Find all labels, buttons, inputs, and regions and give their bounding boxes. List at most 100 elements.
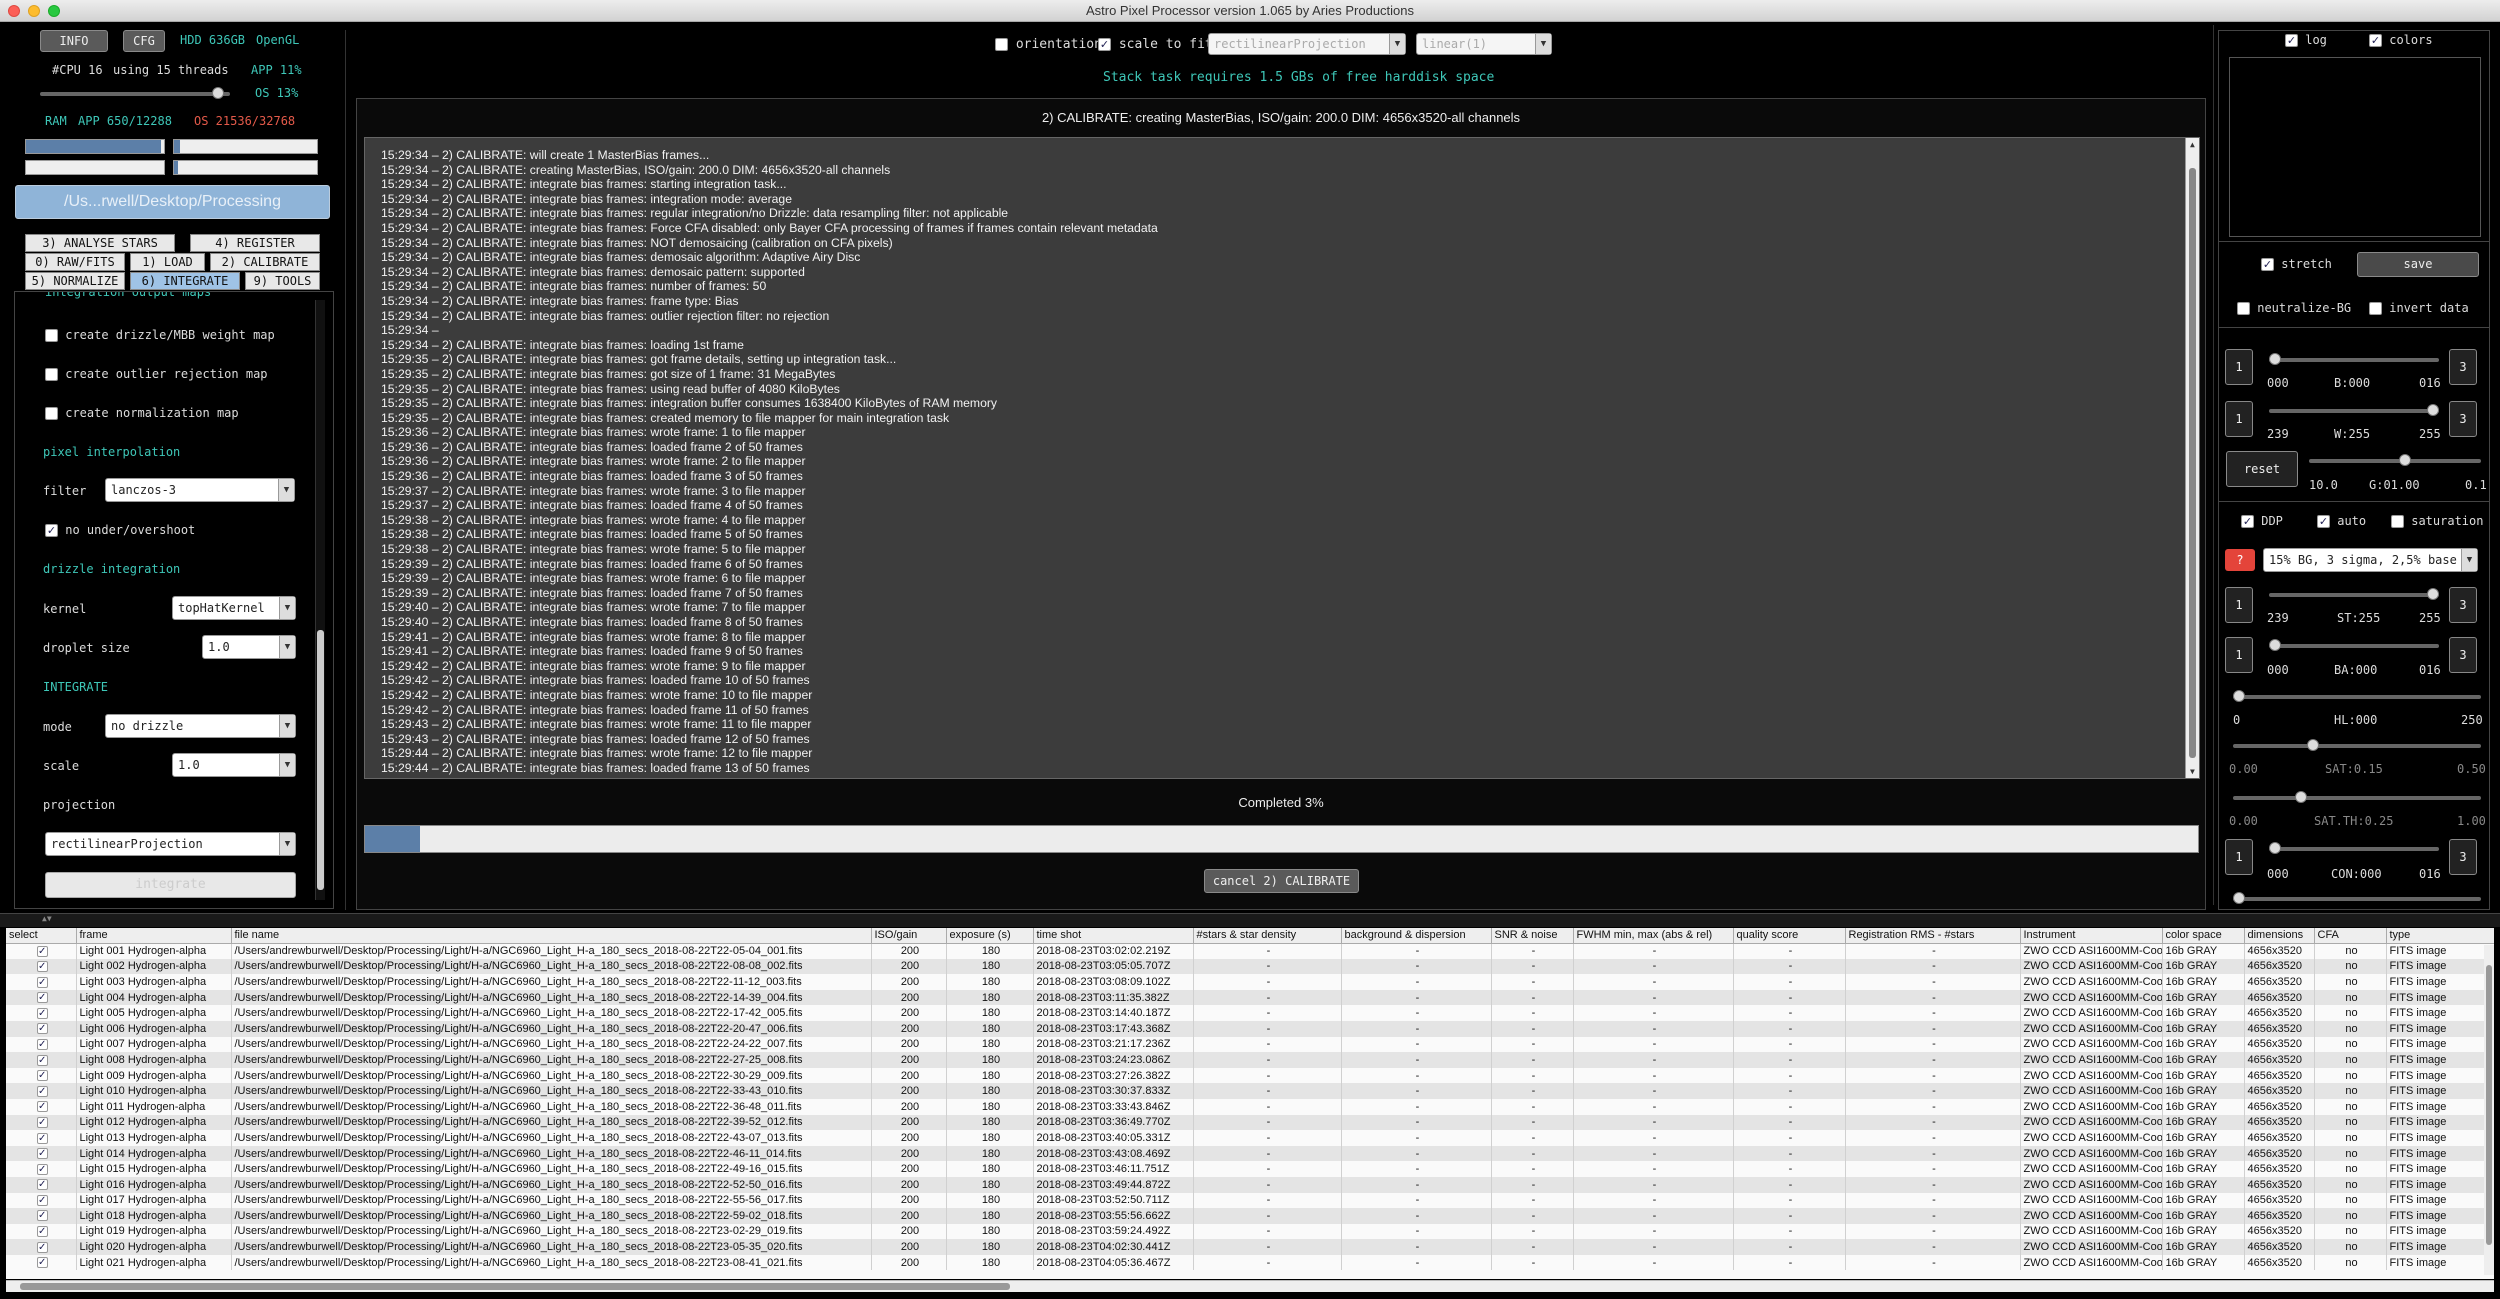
scale-to-fit-option[interactable]: ✓ scale to fit	[1098, 37, 1213, 52]
table-row[interactable]: ✓ Light 020 Hydrogen-alpha/Users/andrewbu…	[6, 1239, 2494, 1255]
ba-decrement-button[interactable]: 1	[2225, 637, 2253, 673]
select-cell[interactable]: ✓	[6, 1254, 77, 1271]
st-slider[interactable]	[2269, 588, 2439, 600]
select-cell[interactable]: ✓	[6, 974, 77, 990]
select-cell[interactable]: ✓	[6, 958, 77, 975]
select-cell[interactable]: ✓	[6, 1052, 77, 1068]
w-increment-button[interactable]: 3	[2449, 401, 2477, 437]
ddp-option[interactable]: ✓ DDP	[2241, 514, 2283, 528]
select-cell[interactable]: ✓	[6, 1098, 77, 1115]
outlier-map-option[interactable]: create outlier rejection map	[45, 367, 268, 381]
row-select-checkbox[interactable]: ✓	[36, 1210, 48, 1222]
no-overshoot-option[interactable]: ✓ no under/overshoot	[45, 523, 195, 537]
sat-threshold-slider[interactable]	[2233, 791, 2481, 803]
tab-normalize[interactable]: 5) NORMALIZE	[25, 272, 125, 290]
b-decrement-button[interactable]: 1	[2225, 349, 2253, 385]
mode-select[interactable]: no drizzle ▼	[105, 714, 296, 738]
tab-raw-fits[interactable]: 0) RAW/FITS	[25, 253, 125, 271]
integrate-button[interactable]: integrate	[45, 872, 296, 898]
normalization-map-option[interactable]: create normalization map	[45, 406, 239, 420]
minimize-window-button[interactable]	[28, 5, 40, 17]
cancel-calibrate-button[interactable]: cancel 2) CALIBRATE	[1204, 869, 1359, 893]
log-checkbox[interactable]: ✓	[2285, 34, 2298, 47]
table-row[interactable]: ✓ Light 018 Hydrogen-alpha/Users/andrewbu…	[6, 1208, 2494, 1224]
tab-analyse-stars[interactable]: 3) ANALYSE STARS	[25, 234, 175, 252]
row-select-checkbox[interactable]: ✓	[36, 992, 48, 1004]
select-cell[interactable]: ✓	[6, 1145, 77, 1162]
close-window-button[interactable]	[8, 5, 20, 17]
select-cell[interactable]: ✓	[6, 1208, 77, 1224]
st-decrement-button[interactable]: 1	[2225, 587, 2253, 623]
table-row[interactable]: ✓ Light 017 Hydrogen-alpha/Users/andrewbu…	[6, 1192, 2494, 1209]
table-row[interactable]: ✓ Light 012 Hydrogen-alpha/Users/andrewbu…	[6, 1114, 2494, 1131]
column-header[interactable]: background & dispersion	[1341, 928, 1492, 944]
filter-select[interactable]: lanczos-3 ▼	[105, 478, 295, 502]
table-row[interactable]: ✓ Light 010 Hydrogen-alpha/Users/andrewbu…	[6, 1083, 2494, 1099]
row-select-checkbox[interactable]: ✓	[36, 1257, 48, 1269]
w-decrement-button[interactable]: 1	[2225, 401, 2253, 437]
table-row[interactable]: ✓ Light 019 Hydrogen-alpha/Users/andrewbu…	[6, 1223, 2494, 1240]
column-header[interactable]: FWHM min, max (abs & rel)	[1573, 928, 1734, 944]
select-cell[interactable]: ✓	[6, 1020, 77, 1037]
colors-option[interactable]: ✓ colors	[2369, 33, 2433, 47]
row-select-checkbox[interactable]: ✓	[36, 1023, 48, 1035]
column-header[interactable]: Registration RMS - #stars	[1845, 928, 2021, 944]
invert-data-checkbox[interactable]	[2369, 302, 2382, 315]
table-row[interactable]: ✓ Light 006 Hydrogen-alpha/Users/andrewbu…	[6, 1020, 2494, 1037]
left-panel-scrollbar[interactable]	[315, 300, 325, 900]
thread-slider[interactable]	[40, 87, 230, 99]
table-vertical-scrollbar[interactable]	[2484, 945, 2494, 1275]
normalization-map-checkbox[interactable]	[45, 407, 58, 420]
column-header[interactable]: CFA	[2314, 928, 2387, 944]
g-slider[interactable]	[2309, 454, 2481, 466]
column-header[interactable]: file name	[231, 928, 872, 944]
w-slider[interactable]	[2269, 404, 2439, 416]
row-select-checkbox[interactable]: ✓	[36, 1179, 48, 1191]
info-button[interactable]: INFO	[40, 30, 108, 52]
row-select-checkbox[interactable]: ✓	[36, 1226, 48, 1238]
working-directory-button[interactable]: /Us...rwell/Desktop/Processing	[15, 185, 330, 219]
table-row[interactable]: ✓ Light 015 Hydrogen-alpha/Users/andrewbu…	[6, 1161, 2494, 1177]
bottom-slider[interactable]	[2233, 892, 2481, 904]
row-select-checkbox[interactable]: ✓	[36, 945, 48, 957]
stretch-option[interactable]: ✓ stretch	[2261, 257, 2332, 271]
table-row[interactable]: ✓ Light 002 Hydrogen-alpha/Users/andrewbu…	[6, 958, 2494, 975]
stretch-function-select[interactable]: linear(1) ▼	[1416, 33, 1552, 55]
scale-to-fit-checkbox[interactable]: ✓	[1098, 38, 1111, 51]
sat-slider[interactable]	[2233, 739, 2481, 751]
row-select-checkbox[interactable]: ✓	[36, 1241, 48, 1253]
colors-checkbox[interactable]: ✓	[2369, 34, 2382, 47]
table-row[interactable]: ✓ Light 009 Hydrogen-alpha/Users/andrewbu…	[6, 1067, 2494, 1084]
tab-tools[interactable]: 9) TOOLS	[245, 272, 320, 290]
table-row[interactable]: ✓ Light 013 Hydrogen-alpha/Users/andrewbu…	[6, 1130, 2494, 1146]
kernel-select[interactable]: topHatKernel ▼	[172, 596, 296, 620]
select-cell[interactable]: ✓	[6, 1114, 77, 1131]
column-header[interactable]: time shot	[1033, 928, 1194, 944]
select-cell[interactable]: ✓	[6, 1239, 77, 1255]
zoom-window-button[interactable]	[48, 5, 60, 17]
drizzle-map-option[interactable]: create drizzle/MBB weight map	[45, 328, 275, 342]
ddp-checkbox[interactable]: ✓	[2241, 515, 2254, 528]
tab-register[interactable]: 4) REGISTER	[190, 234, 320, 252]
column-header[interactable]: #stars & star density	[1193, 928, 1342, 944]
column-header[interactable]: select	[6, 928, 77, 944]
hl-slider[interactable]	[2233, 690, 2481, 702]
table-row[interactable]: ✓ Light 004 Hydrogen-alpha/Users/andrewbu…	[6, 989, 2494, 1006]
con-increment-button[interactable]: 3	[2449, 839, 2477, 875]
ba-increment-button[interactable]: 3	[2449, 637, 2477, 673]
con-decrement-button[interactable]: 1	[2225, 839, 2253, 875]
projection-select[interactable]: rectilinearProjection ▼	[45, 832, 296, 856]
tab-integrate[interactable]: 6) INTEGRATE	[130, 272, 240, 290]
select-cell[interactable]: ✓	[6, 943, 77, 959]
row-select-checkbox[interactable]: ✓	[36, 1132, 48, 1144]
orientation-checkbox[interactable]	[995, 38, 1008, 51]
column-header[interactable]: SNR & noise	[1491, 928, 1574, 944]
auto-checkbox[interactable]: ✓	[2317, 515, 2330, 528]
column-header[interactable]: frame	[76, 928, 232, 944]
saturation-checkbox[interactable]	[2391, 515, 2404, 528]
row-select-checkbox[interactable]: ✓	[36, 1101, 48, 1113]
st-increment-button[interactable]: 3	[2449, 587, 2477, 623]
log-scrollbar[interactable]: ▲ ▼	[2185, 138, 2199, 778]
invert-data-option[interactable]: invert data	[2369, 301, 2469, 315]
select-cell[interactable]: ✓	[6, 989, 77, 1006]
